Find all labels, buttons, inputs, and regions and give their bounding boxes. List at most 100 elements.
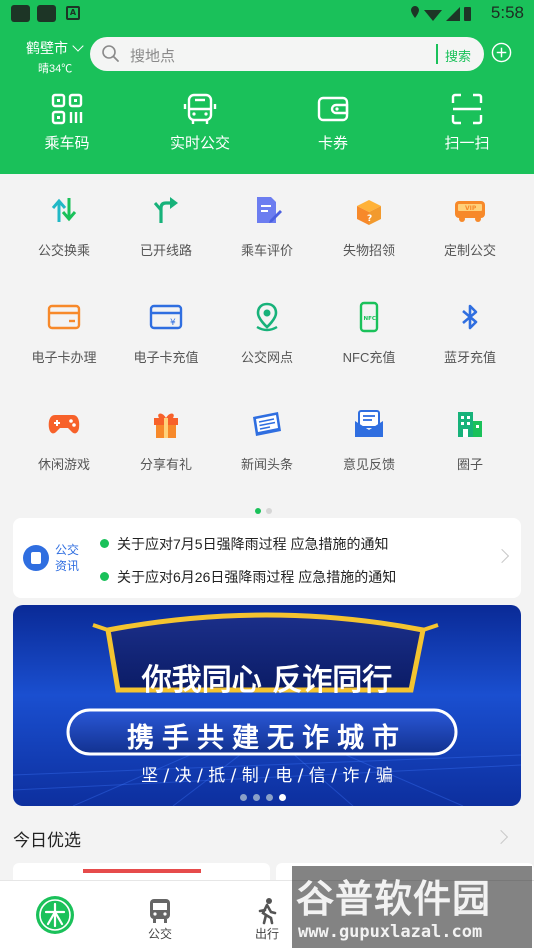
top-nav: 乘车码 实时公交 卡券 扫一扫 (0, 88, 534, 168)
bus-front-icon (183, 93, 217, 124)
news-card[interactable]: 公交 资讯 关于应对7月5日强降雨过程 应急措施的通知 关于应对6月26日强降雨… (13, 518, 521, 598)
chevron-right-icon[interactable] (493, 829, 509, 845)
news-tag-line1: 公交 (55, 543, 80, 557)
city-selector[interactable]: 鹤壁市 (26, 38, 84, 58)
news-item-text: 关于应对7月5日强降雨过程 应急措施的通知 (117, 536, 389, 552)
card-recharge-icon: ¥ (149, 304, 183, 330)
page-dot-active (279, 794, 286, 801)
notification-icon (37, 5, 56, 22)
nav-scan[interactable]: 扫一扫 (407, 88, 527, 168)
nav-coupons[interactable]: 卡券 (273, 88, 393, 168)
grid-page-indicator (255, 499, 277, 518)
grid-item-news[interactable]: 新闻头条 (217, 408, 317, 508)
news-tag: 公交 资讯 (55, 542, 85, 574)
grid-label: 失物招领 (342, 243, 395, 258)
grid-item-transfer[interactable]: 公交换乘 (14, 194, 114, 294)
banner-page-indicator (240, 786, 292, 805)
watermark-url: www.gupuxlazal.com (298, 922, 483, 942)
qr-code-icon (51, 93, 83, 125)
grid-label: 新闻头条 (240, 457, 293, 472)
grid-item-games[interactable]: 休闲游戏 (14, 408, 114, 508)
status-bar: A 5:58 (0, 0, 534, 28)
home-logo-icon (36, 896, 74, 934)
notification-a-icon: A (66, 6, 80, 20)
grid-label: 公交换乘 (37, 243, 90, 258)
search-bar[interactable]: 搜地点 搜索 (90, 37, 484, 71)
bullet-dot (100, 572, 109, 581)
grid-item-routes[interactable]: 已开线路 (116, 194, 216, 294)
grid-item-share-gift[interactable]: 分享有礼 (116, 408, 216, 508)
product-image (83, 869, 201, 873)
tab-label: 公交 (147, 927, 172, 941)
chevron-down-icon (72, 40, 84, 52)
lost-found-box-icon: ? (357, 200, 381, 225)
walking-person-icon (258, 898, 277, 925)
bus-tab-icon (150, 899, 170, 923)
grid-item-custom-bus[interactable]: VIP 定制公交 (420, 194, 520, 294)
newspaper-icon (253, 412, 281, 436)
svg-text:?: ? (367, 214, 372, 224)
weather: 晴34℃ (38, 63, 73, 75)
promo-banner[interactable]: 你我同心 反诈同行 携手共建无诈城市 坚 / 决 / 抵 / 制 / 电 / 信… (13, 605, 521, 806)
clock: 5:58 (490, 3, 524, 22)
function-grid: 公交换乘 已开线路 乘车评价 ? 失物招领 VIP 定制公交 电子卡办理 ¥ 电… (0, 174, 534, 514)
svg-text:VIP: VIP (465, 205, 477, 212)
notification-icon (11, 5, 30, 22)
section-title: 今日优选 (13, 831, 81, 850)
nav-label: 实时公交 (169, 135, 230, 152)
news-item[interactable]: 关于应对7月5日强降雨过程 应急措施的通知 (100, 534, 388, 554)
review-edit-icon (257, 197, 282, 223)
news-item-text: 关于应对6月26日强降雨过程 应急措施的通知 (117, 569, 397, 585)
grid-item-review[interactable]: 乘车评价 (217, 194, 317, 294)
grid-item-lost-found[interactable]: ? 失物招领 (319, 194, 419, 294)
chevron-right-icon (494, 548, 510, 564)
grid-label: 意见反馈 (342, 457, 395, 472)
transfer-arrows-icon (51, 198, 77, 222)
tab-bus[interactable]: 公交 (105, 881, 215, 950)
grid-label: 圈子 (456, 457, 483, 472)
grid-label: 电子卡充值 (133, 350, 199, 365)
page-dot (266, 508, 272, 514)
add-icon[interactable] (491, 42, 512, 63)
search-input[interactable]: 搜地点 (130, 45, 175, 66)
nav-realtime-bus[interactable]: 实时公交 (140, 88, 260, 168)
grid-item-card-apply[interactable]: 电子卡办理 (14, 301, 114, 401)
grid-item-nfc[interactable]: NFC NFC充值 (319, 301, 419, 401)
grid-item-feedback[interactable]: 意见反馈 (319, 408, 419, 508)
scan-icon (451, 93, 483, 125)
route-fork-icon (153, 197, 178, 223)
grid-label: 定制公交 (443, 243, 496, 258)
nav-label: 卡券 (317, 135, 348, 152)
news-tag-line2: 资讯 (55, 559, 80, 573)
page-dot (253, 794, 260, 801)
grid-item-card-recharge[interactable]: ¥ 电子卡充值 (116, 301, 216, 401)
grid-label: 乘车评价 (240, 243, 293, 258)
svg-text:¥: ¥ (170, 318, 176, 328)
buildings-icon (458, 412, 482, 437)
svg-text:NFC: NFC (364, 316, 376, 322)
watermark-title: 谷普软件园 (296, 877, 492, 921)
news-item[interactable]: 关于应对6月26日强降雨过程 应急措施的通知 (100, 567, 396, 587)
search-divider (436, 44, 438, 64)
location-pin-icon (256, 302, 278, 332)
news-doc-icon (23, 545, 49, 571)
search-button[interactable]: 搜索 (445, 46, 471, 65)
page-dot (240, 794, 247, 801)
search-icon (102, 45, 119, 62)
vip-bus-icon: VIP (455, 201, 485, 222)
grid-item-circle[interactable]: 圈子 (420, 408, 520, 508)
wallet-icon (317, 96, 349, 122)
banner-title: 你我同心 反诈同行 (141, 663, 393, 698)
nav-ride-code[interactable]: 乘车码 (7, 88, 127, 168)
header: 鹤壁市 晴34℃ 搜地点 搜索 乘车码 实时公交 卡券 扫一扫 (0, 28, 534, 174)
grid-label: 分享有礼 (139, 457, 192, 472)
grid-item-bluetooth[interactable]: 蓝牙充值 (420, 301, 520, 401)
grid-label: 休闲游戏 (37, 457, 90, 472)
banner-subtitle: 携手共建无诈城市 (127, 723, 407, 754)
gamepad-icon (48, 415, 80, 434)
tab-home[interactable] (0, 881, 110, 950)
grid-item-bus-outlets[interactable]: 公交网点 (217, 301, 317, 401)
nav-label: 乘车码 (44, 135, 90, 152)
gift-icon (154, 413, 178, 438)
city-name: 鹤壁市 (26, 40, 68, 56)
